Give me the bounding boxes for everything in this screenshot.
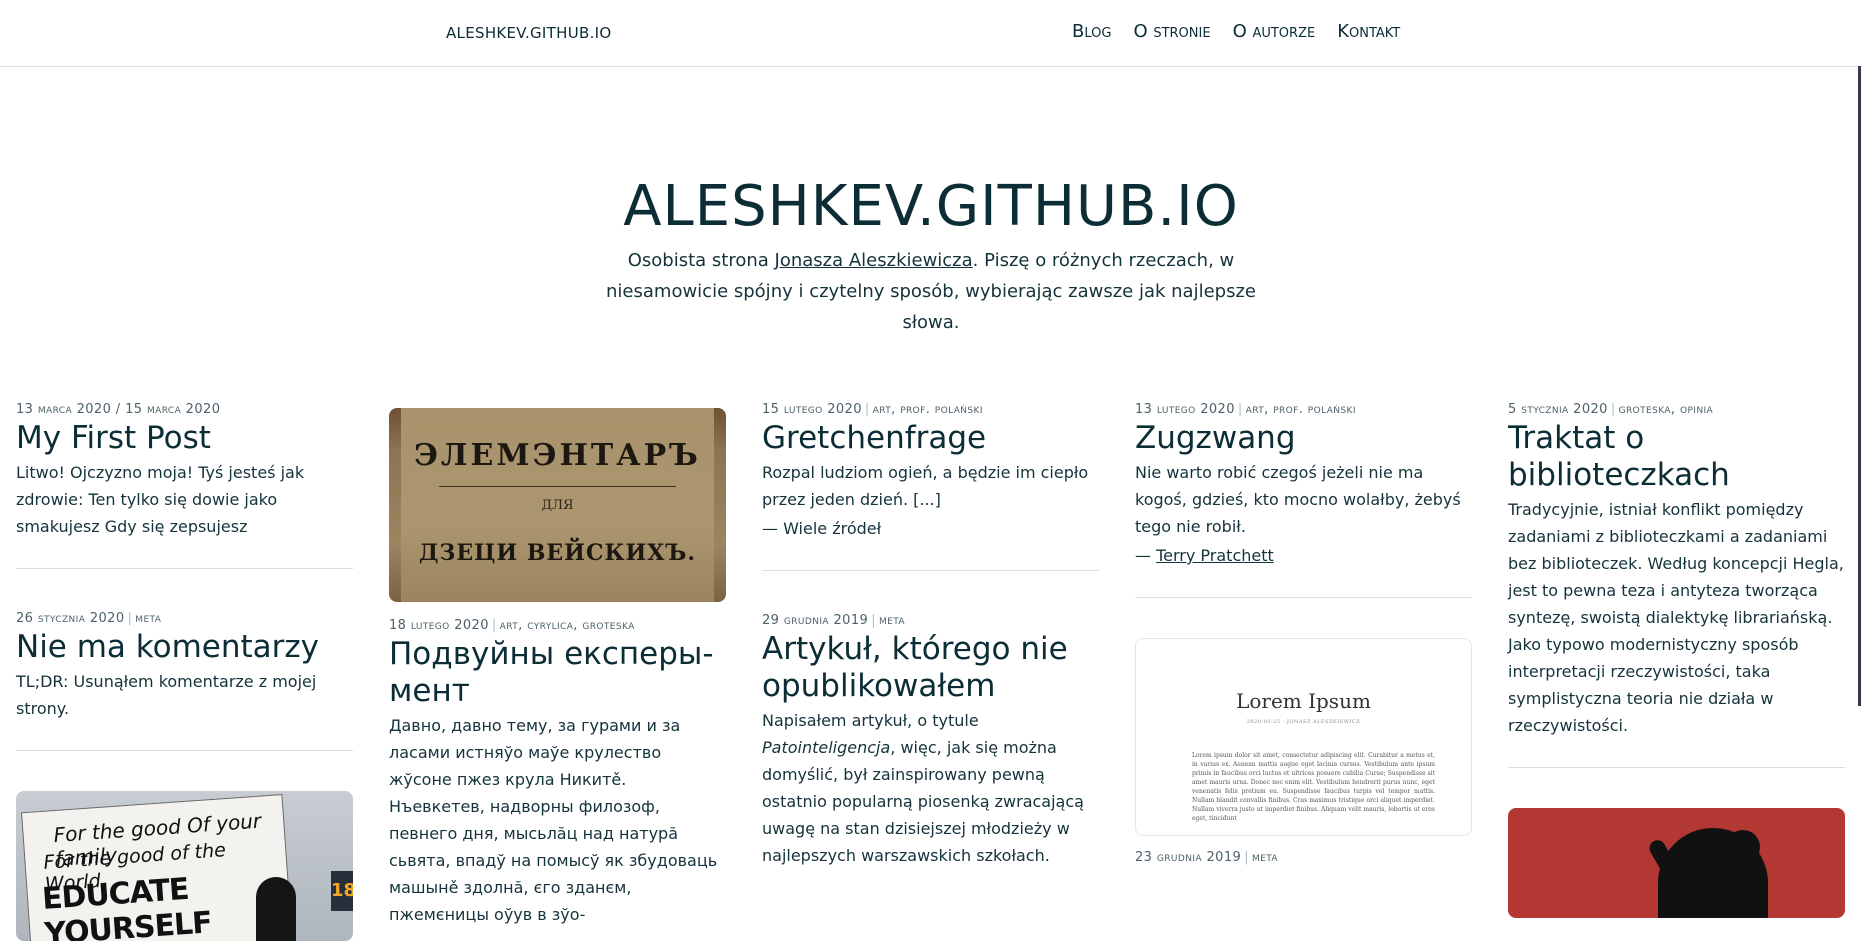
main-nav: Blog O stronie O autorze Kontakt	[1072, 21, 1400, 42]
excerpt-start: Napisałem artykuł, o tytule	[762, 711, 979, 730]
nav-o-stronie[interactable]: O stronie	[1133, 21, 1210, 42]
post-column-1: 13 marca 2020 / 15 marca 2020 My First P…	[16, 400, 353, 941]
quote-attribution: — Wiele źródeł	[762, 519, 882, 538]
post-date: 23 grudnia 2019	[1135, 850, 1242, 865]
post-tags[interactable]: art, prof. polański	[873, 402, 983, 417]
scroll-edge-rule	[1858, 66, 1861, 706]
red-silhouette-image[interactable]	[1508, 808, 1845, 918]
meta-separator: |	[871, 613, 876, 628]
post-date: 15 lutego 2020	[762, 402, 862, 417]
post-card-traktat[interactable]: 5 stycznia 2020 | groteska, opinia Traktat…	[1508, 400, 1845, 739]
post-tags[interactable]: meta	[135, 611, 161, 626]
person-silhouette	[256, 877, 296, 941]
post-title[interactable]: Zugzwang	[1135, 420, 1472, 457]
post-date: 13 lutego 2020	[1135, 402, 1235, 417]
post-meta: 29 grudnia 2019 | meta	[762, 611, 1099, 631]
post-column-4: 13 lutego 2020 | art, prof. polański Zugzw…	[1135, 400, 1472, 868]
post-column-3: 15 lutego 2020 | art, prof. polański Gretc…	[762, 400, 1099, 869]
post-title[interactable]: My First Post	[16, 420, 353, 457]
post-excerpt: Tradycyjnie, istniał konflikt pomiędzy z…	[1508, 500, 1844, 735]
post-card-nie-ma-komentarzy[interactable]: 26 stycznia 2020 | meta Nie ma komentarzy …	[16, 609, 353, 722]
post-card-my-first-post[interactable]: 13 marca 2020 / 15 marca 2020 My First P…	[16, 400, 353, 540]
meta-separator: |	[1237, 402, 1243, 417]
post-column-5: 5 stycznia 2020 | groteska, opinia Traktat…	[1508, 400, 1845, 918]
quote-attribution: — Terry Pratchett	[1135, 542, 1472, 569]
post-divider	[1135, 597, 1472, 598]
post-excerpt: Rozpal ludziom ogień, a będzie im ciepło…	[762, 463, 1089, 509]
post-card-artykul[interactable]: 29 grudnia 2019 | meta Artykuł, którego ni…	[762, 611, 1099, 869]
meta-separator: |	[491, 618, 497, 633]
bus-number: 18	[331, 871, 353, 911]
post-card-zugzwang[interactable]: 13 lutego 2020 | art, prof. polański Zugzw…	[1135, 400, 1472, 569]
book-rule	[439, 486, 676, 487]
book-page: ЭЛЕМЭНТАРЪ ДЛЯ ДЗЕЦИ ВЕЙСКИХЪ.	[401, 408, 714, 602]
lorem-ipsum-preview-image[interactable]: Lorem Ipsum 2020-03-25 · JONASZ ALESZKIE…	[1135, 638, 1472, 836]
excerpt-emphasis: Patointeligencja	[762, 738, 891, 757]
author-link[interactable]: Jonasza Aleszkiewicza	[775, 250, 973, 271]
post-title[interactable]: Artykuł, którego nie opublikowałem	[762, 631, 1099, 705]
post-excerpt: TL;DR: Usunąłem komentarze z mojej stron…	[16, 672, 317, 718]
post-tags[interactable]: meta	[1252, 850, 1278, 865]
silhouette-head	[1726, 830, 1760, 864]
post-tags[interactable]: groteska, opinia	[1619, 402, 1713, 417]
post-tags[interactable]: art, prof. polański	[1246, 402, 1356, 417]
protest-sign-image[interactable]: For the good Of your family For the good…	[16, 791, 353, 941]
post-card-gretchenfrage[interactable]: 15 lutego 2020 | art, prof. polański Gretc…	[762, 400, 1099, 542]
post-title[interactable]: Подвуйны експеры­мент	[389, 636, 726, 710]
lorem-subtitle: 2020-03-25 · JONASZ ALESZKIEWICZ	[1246, 719, 1361, 725]
nav-o-autorze[interactable]: O autorze	[1233, 21, 1316, 42]
post-date: 18 lutego 2020	[389, 618, 489, 633]
post-title[interactable]: Gretchenfrage	[762, 420, 1099, 457]
post-excerpt: Litwo! Ojczyzno moja! Tyś jesteś jak zdr…	[16, 463, 305, 536]
nav-blog[interactable]: Blog	[1072, 21, 1111, 42]
post-tags[interactable]: art, cyrylica, groteska	[500, 618, 635, 633]
meta-separator: |	[1610, 402, 1616, 417]
post-excerpt: Давно, давно тему, за гурами и за ласами…	[389, 716, 718, 924]
post-meta: 26 stycznia 2020 | meta	[16, 609, 353, 629]
post-column-2: ЭЛЕМЭНТАРЪ ДЛЯ ДЗЕЦИ ВЕЙСКИХЪ. 18 lutego…	[389, 408, 726, 928]
post-meta: 13 lutego 2020 | art, prof. polański	[1135, 400, 1472, 420]
sign-board: For the good Of your family For the good…	[21, 794, 293, 941]
lorem-body: Lorem ipsum dolor sit amet, consectetur …	[1192, 752, 1435, 822]
post-date: 26 stycznia 2020	[16, 611, 125, 626]
book-title-line: ДЗЕЦИ ВЕЙСКИХЪ.	[418, 540, 697, 566]
post-date: 5 stycznia 2020	[1508, 402, 1608, 417]
post-title[interactable]: Traktat o biblioteczkach	[1508, 420, 1845, 494]
top-navigation-bar: ALESHKEV.GITHUB.IO Blog O stronie O auto…	[0, 0, 1862, 67]
post-date: 13 marca 2020 / 15 marca 2020	[16, 402, 221, 417]
post-tags[interactable]: meta	[879, 613, 905, 628]
post-divider	[16, 750, 353, 751]
post-meta: 5 stycznia 2020 | groteska, opinia	[1508, 400, 1845, 420]
attribution-dash: —	[1135, 546, 1157, 565]
post-meta: 18 lutego 2020 | art, cyrylica, groteska	[389, 616, 726, 636]
page-title: ALESHKEV.GITHUB.IO	[623, 174, 1239, 239]
post-divider	[1508, 767, 1845, 768]
post-card-23-grudnia[interactable]: 23 grudnia 2019 | meta	[1135, 848, 1472, 868]
post-card-podvuyny-eksperyment[interactable]: 18 lutego 2020 | art, cyrylica, groteska П…	[389, 616, 726, 928]
meta-separator: |	[127, 611, 133, 626]
meta-separator: |	[1244, 850, 1249, 865]
lorem-title: Lorem Ipsum	[1236, 689, 1371, 713]
book-cover-image[interactable]: ЭЛЕМЭНТАРЪ ДЛЯ ДЗЕЦИ ВЕЙСКИХЪ.	[389, 408, 726, 602]
post-divider	[762, 570, 1099, 571]
post-title[interactable]: Nie ma komentarzy	[16, 629, 353, 666]
nav-kontakt[interactable]: Kontakt	[1337, 21, 1400, 42]
description-text-start: Osobista strona	[627, 250, 775, 271]
meta-separator: |	[864, 402, 870, 417]
post-date: 29 grudnia 2019	[762, 613, 869, 628]
post-meta: 15 lutego 2020 | art, prof. polański	[762, 400, 1099, 420]
book-title-line: ДЛЯ	[541, 498, 574, 513]
post-excerpt: Nie warto robić czegoś jeżeli nie ma kog…	[1135, 463, 1461, 536]
post-excerpt: Napisałem artykuł, o tytule Patointelige…	[762, 707, 1099, 869]
site-name-link[interactable]: ALESHKEV.GITHUB.IO	[446, 24, 611, 42]
post-meta: 23 grudnia 2019 | meta	[1135, 848, 1472, 868]
post-divider	[16, 568, 353, 569]
book-title-line: ЭЛЕМЭНТАРЪ	[414, 438, 701, 473]
attribution-link[interactable]: Terry Pratchett	[1156, 546, 1274, 565]
excerpt-end: , więc, jak się można domyślić, był zain…	[762, 738, 1084, 865]
site-description: Osobista strona Jonasza Aleszkiewicza. P…	[586, 245, 1276, 338]
